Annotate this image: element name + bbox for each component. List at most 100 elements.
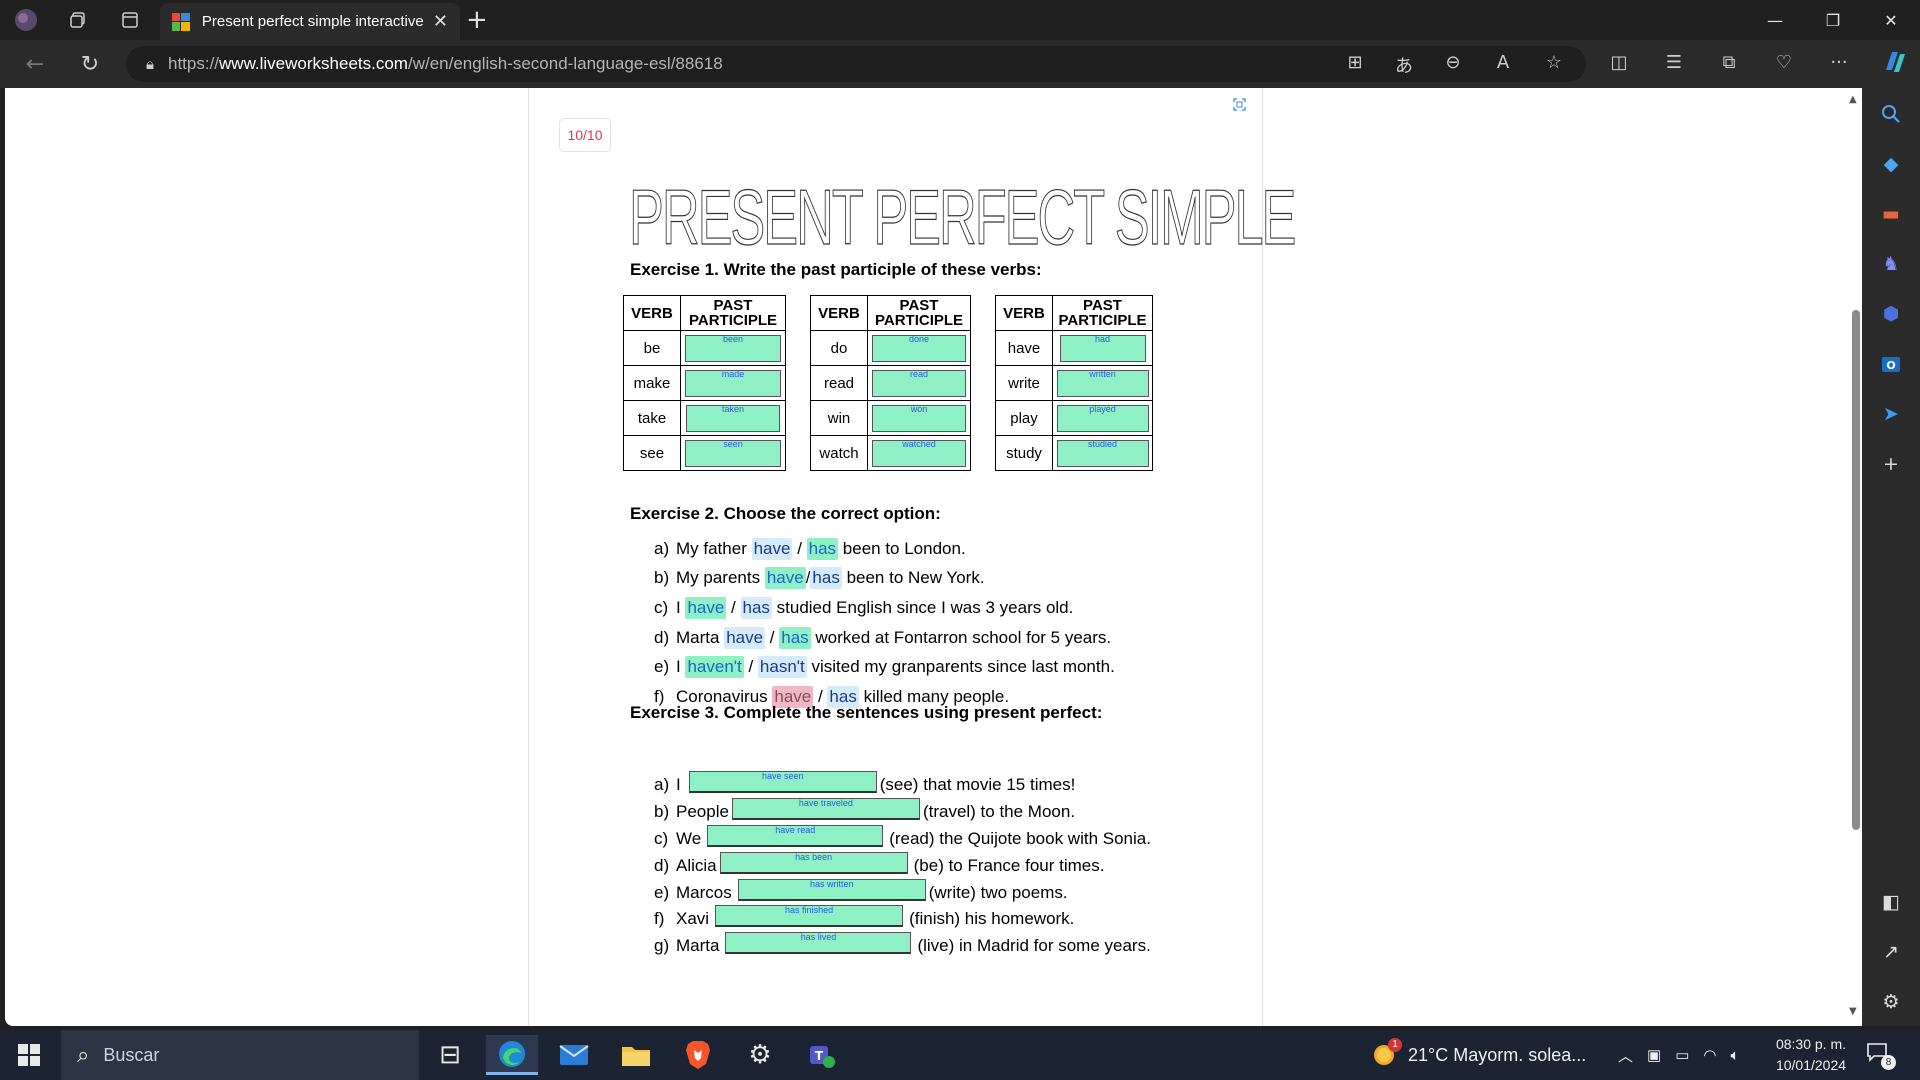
hide-sidebar-icon[interactable]: ◧ <box>1879 890 1903 914</box>
close-window-icon[interactable]: ✕ <box>1862 0 1920 40</box>
close-tab-icon[interactable]: ✕ <box>433 11 448 32</box>
minimize-icon[interactable]: — <box>1746 0 1804 40</box>
open-external-icon[interactable]: ↗ <box>1879 940 1903 964</box>
taskbar-search[interactable]: ⌕ Buscar <box>61 1030 419 1080</box>
favorites-icon[interactable]: ☰ <box>1661 52 1687 73</box>
favorite-star-icon[interactable]: ☆ <box>1541 52 1567 73</box>
new-tab-icon[interactable]: + <box>466 5 488 35</box>
browser-essentials-icon[interactable]: ♡ <box>1771 52 1797 73</box>
search-icon: ⌕ <box>77 1042 90 1068</box>
answer-field[interactable]: has finished <box>715 905 904 928</box>
answer-field[interactable]: has been <box>719 851 908 874</box>
read-aloud-icon[interactable]: A <box>1490 52 1516 73</box>
list-item: d) Alicia has been (be) to France four time… <box>654 851 1105 875</box>
windows-start-icon[interactable] <box>18 1044 40 1066</box>
fullscreen-icon[interactable] <box>1233 98 1246 114</box>
option-havent[interactable]: haven't <box>685 656 744 679</box>
drop-send-icon[interactable]: ➤ <box>1879 402 1903 426</box>
svg-text:O: O <box>1886 359 1895 372</box>
file-explorer-icon[interactable] <box>610 1035 662 1075</box>
battery-icon[interactable]: ▭ <box>1675 1046 1689 1064</box>
answer-box[interactable]: been <box>685 334 781 362</box>
option-have[interactable]: have <box>724 626 766 649</box>
option-have[interactable]: have <box>764 567 806 590</box>
verb-cell: have <box>995 330 1053 366</box>
collections-icon[interactable]: ⧉ <box>1716 52 1742 73</box>
option-has[interactable]: has <box>806 537 839 560</box>
option-hasnt[interactable]: hasn't <box>757 656 807 679</box>
list-item: d) Marta have / has worked at Fontarron s… <box>654 626 1112 649</box>
copilot-icon[interactable] <box>1880 48 1906 81</box>
answer-box[interactable]: won <box>872 404 966 432</box>
microsoft-365-icon[interactable]: ⬢ <box>1879 302 1903 326</box>
option-have[interactable]: have <box>751 537 793 560</box>
tab-actions-icon[interactable] <box>110 0 150 40</box>
add-sidebar-app-icon[interactable]: + <box>1879 452 1903 476</box>
scroll-down-icon[interactable]: ▼ <box>1849 1006 1857 1017</box>
answer-box[interactable]: played <box>1056 404 1149 432</box>
task-view-icon[interactable]: ⊟ <box>424 1035 476 1075</box>
sidebar-settings-icon[interactable]: ⚙ <box>1879 990 1903 1014</box>
brave-browser-icon[interactable] <box>672 1035 724 1075</box>
tools-briefcase-icon[interactable]: ▬ <box>1879 202 1903 226</box>
mail-icon[interactable] <box>548 1035 600 1075</box>
wifi-icon[interactable]: ◠ <box>1703 1046 1716 1064</box>
teams-icon[interactable]: T <box>796 1035 848 1075</box>
taskbar-clock[interactable]: 08:30 p. m. 10/01/2024 <box>1770 1034 1852 1076</box>
option-has[interactable]: has <box>779 626 811 649</box>
more-options-icon[interactable]: ··· <box>1826 52 1852 73</box>
answer-box[interactable]: made <box>685 369 781 397</box>
workspaces-icon[interactable] <box>58 0 98 40</box>
option-has[interactable]: has <box>810 567 842 590</box>
refresh-icon[interactable]: ↻ <box>75 50 105 78</box>
answer-box[interactable]: written <box>1056 369 1149 397</box>
lock-icon[interactable]: 🔒︎ <box>146 55 154 73</box>
settings-gear-icon[interactable]: ⚙ <box>734 1035 786 1075</box>
notification-center[interactable]: 8 <box>1866 1030 1896 1080</box>
verb-table-3: VERB PAST PARTICIPLE have had write writte… <box>995 295 1153 471</box>
answer-box[interactable]: read <box>872 369 966 397</box>
answer-field[interactable]: have seen <box>688 771 877 794</box>
scrollbar-thumb[interactable] <box>1852 310 1860 830</box>
zoom-out-icon[interactable]: ⊖ <box>1440 52 1466 73</box>
shopping-tag-icon[interactable]: ◆ <box>1879 152 1903 176</box>
meet-now-icon[interactable]: ▣ <box>1647 1046 1661 1064</box>
tab-bar: Present perfect simple interactive ✕ + —… <box>0 0 1920 40</box>
list-item: c) I have / has studied English since I w… <box>654 596 1074 619</box>
tab-worksheet[interactable]: Present perfect simple interactive ✕ <box>160 3 460 40</box>
scroll-up-icon[interactable]: ▲ <box>1849 94 1857 105</box>
profile-icon[interactable] <box>6 0 46 40</box>
answer-box[interactable]: studied <box>1056 439 1149 467</box>
volume-icon[interactable]: 🔈︎ <box>1730 1047 1739 1064</box>
restore-icon[interactable]: ❐ <box>1804 0 1862 40</box>
verb-header: VERB <box>995 295 1053 331</box>
app-available-icon[interactable]: ⊞ <box>1342 52 1368 73</box>
answer-box[interactable]: done <box>872 334 966 362</box>
verb-header: VERB <box>810 295 868 331</box>
answer-field[interactable]: have read <box>707 824 884 847</box>
verb-table-2: VERB PAST PARTICIPLE do done read read win… <box>810 295 971 471</box>
translate-icon[interactable]: あ <box>1391 52 1417 78</box>
answer-field[interactable]: have traveled <box>731 798 920 821</box>
answer-box[interactable]: watched <box>872 439 966 467</box>
split-screen-icon[interactable]: ◫ <box>1606 52 1632 73</box>
notification-count: 8 <box>1881 1055 1896 1070</box>
weather-alert-badge: 1 <box>1388 1038 1402 1052</box>
answer-box[interactable]: had <box>1059 334 1146 362</box>
exercise-3-list: a) Ihave seen (see) that movie 15 times! b… <box>654 771 1151 960</box>
outlook-icon[interactable]: O <box>1879 352 1903 376</box>
search-icon[interactable] <box>1879 102 1903 126</box>
chevron-up-icon[interactable]: ︿ <box>1618 1045 1633 1066</box>
answer-box[interactable]: taken <box>686 404 780 432</box>
games-icon[interactable]: ♞ <box>1879 252 1903 276</box>
exercise-1-heading: Exercise 1. Write the past participle of… <box>630 260 1042 279</box>
weather-widget[interactable]: 1 21°C Mayorm. solea... <box>1372 1030 1586 1080</box>
option-have[interactable]: have <box>685 596 727 619</box>
back-icon[interactable]: ← <box>20 50 50 78</box>
option-has[interactable]: has <box>740 596 772 619</box>
worksheet: 10/10 PRESENT PERFECT SIMPLE Exercise 1.… <box>528 88 1297 1026</box>
edge-taskbar-icon[interactable] <box>486 1035 538 1075</box>
answer-field[interactable]: has written <box>737 878 926 901</box>
answer-box[interactable]: seen <box>685 439 781 467</box>
answer-field[interactable]: has lived <box>725 932 912 955</box>
